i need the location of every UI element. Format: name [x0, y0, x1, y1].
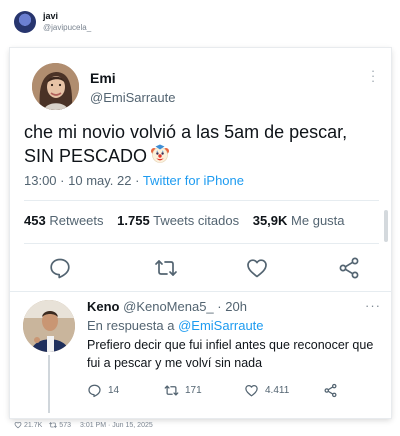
- tweet-author-name[interactable]: Emi: [90, 70, 116, 86]
- share-author-handle[interactable]: @javipucela_: [43, 22, 91, 33]
- share-retweets-count: 573: [59, 421, 71, 429]
- tweet-stats: 453 Retweets 1.755 Tweets citados 35,9K …: [24, 213, 345, 228]
- divider: [10, 291, 391, 292]
- reply-likes[interactable]: 4.411: [244, 381, 289, 399]
- in-reply-to: En respuesta a @EmiSarraute: [87, 318, 264, 333]
- retweet-icon[interactable]: [164, 383, 179, 398]
- meta-separator: ·: [60, 173, 69, 188]
- reply-retweets-count: 171: [185, 384, 202, 396]
- tweet-date[interactable]: 10 may. 22: [68, 173, 131, 188]
- share-post-footer: 21.7K 573 3:01 PM · Jun 15, 2025: [14, 421, 160, 429]
- reply-share[interactable]: [323, 381, 338, 399]
- in-reply-mention-link[interactable]: @EmiSarraute: [178, 318, 263, 333]
- like-heart-icon[interactable]: [14, 421, 22, 429]
- more-options-icon[interactable]: · · ·: [370, 64, 376, 87]
- likes-count[interactable]: 35,9K: [253, 213, 288, 228]
- like-heart-icon[interactable]: [245, 256, 269, 280]
- tweet-source-link[interactable]: Twitter for iPhone: [143, 173, 244, 188]
- retweets-label[interactable]: Retweets: [49, 213, 103, 228]
- quotes-label[interactable]: Tweets citados: [153, 213, 239, 228]
- tweet-action-bar: [24, 256, 379, 280]
- tweet-text: che mi novio volvió a las 5am de pescar,…: [24, 120, 379, 170]
- share-post-header: javi @javipucela_: [14, 8, 91, 36]
- clown-emoji-icon: [150, 144, 170, 170]
- tweet-author-avatar[interactable]: [32, 63, 79, 110]
- reply-text: Prefiero decir que fui infiel antes que …: [87, 338, 374, 370]
- meta-separator: ·: [135, 173, 143, 188]
- quotes-count[interactable]: 1.755: [117, 213, 150, 228]
- share-author-avatar[interactable]: [14, 11, 36, 33]
- reply-more-options-icon[interactable]: ···: [365, 298, 381, 313]
- reply-replies[interactable]: 14: [87, 381, 119, 399]
- divider: [24, 243, 379, 244]
- share-icon[interactable]: [323, 383, 338, 398]
- retweets-count[interactable]: 453: [24, 213, 46, 228]
- reply-retweets[interactable]: 171: [164, 381, 202, 399]
- share-timestamp-text: 3:01 PM · Jun 15, 2025: [79, 421, 153, 429]
- share-author-name[interactable]: javi: [43, 11, 91, 22]
- reply-header: Keno @KenoMena5_ · 20h: [87, 299, 247, 314]
- tweet-meta: 13:00 · 10 may. 22 · Twitter for iPhone: [24, 173, 244, 188]
- reply-icon[interactable]: [48, 256, 72, 280]
- tweet-body: che mi novio volvió a las 5am de pescar,…: [24, 122, 348, 166]
- tweet-time[interactable]: 13:00: [24, 173, 57, 188]
- tweet-author-handle[interactable]: @EmiSarraute: [90, 90, 175, 105]
- profile-photo-icon: [32, 63, 79, 110]
- profile-photo-icon: [23, 300, 75, 352]
- reply-author-avatar[interactable]: [23, 300, 75, 352]
- reply-author-name[interactable]: Keno: [87, 299, 120, 314]
- tweet-screenshot-card: Emi @EmiSarraute · · · che mi novio volvió…: [10, 48, 391, 418]
- reply-action-bar: 14 171 4.411: [87, 381, 347, 399]
- thread-line: [48, 355, 50, 413]
- likes-label[interactable]: Me gusta: [291, 213, 344, 228]
- retweet-icon[interactable]: [49, 421, 58, 429]
- share-likes-count: 21.7K: [24, 421, 43, 429]
- scrollbar[interactable]: [384, 210, 388, 242]
- reply-author-handle[interactable]: @KenoMena5_: [123, 299, 214, 314]
- reply-age[interactable]: 20h: [225, 299, 247, 314]
- like-heart-icon[interactable]: [244, 383, 259, 398]
- divider: [24, 200, 379, 201]
- share-timestamp[interactable]: 3:01 PM · Jun 15, 2025: [78, 422, 153, 429]
- share-likes[interactable]: 21.7K: [14, 421, 42, 429]
- reply-replies-count: 14: [108, 384, 120, 396]
- in-reply-prefix: En respuesta a: [87, 318, 175, 333]
- reply-likes-count: 4.411: [265, 384, 290, 396]
- share-icon[interactable]: [337, 256, 361, 280]
- share-retweets[interactable]: 573: [49, 421, 71, 429]
- reply-icon[interactable]: [87, 383, 102, 398]
- retweet-icon[interactable]: [154, 256, 178, 280]
